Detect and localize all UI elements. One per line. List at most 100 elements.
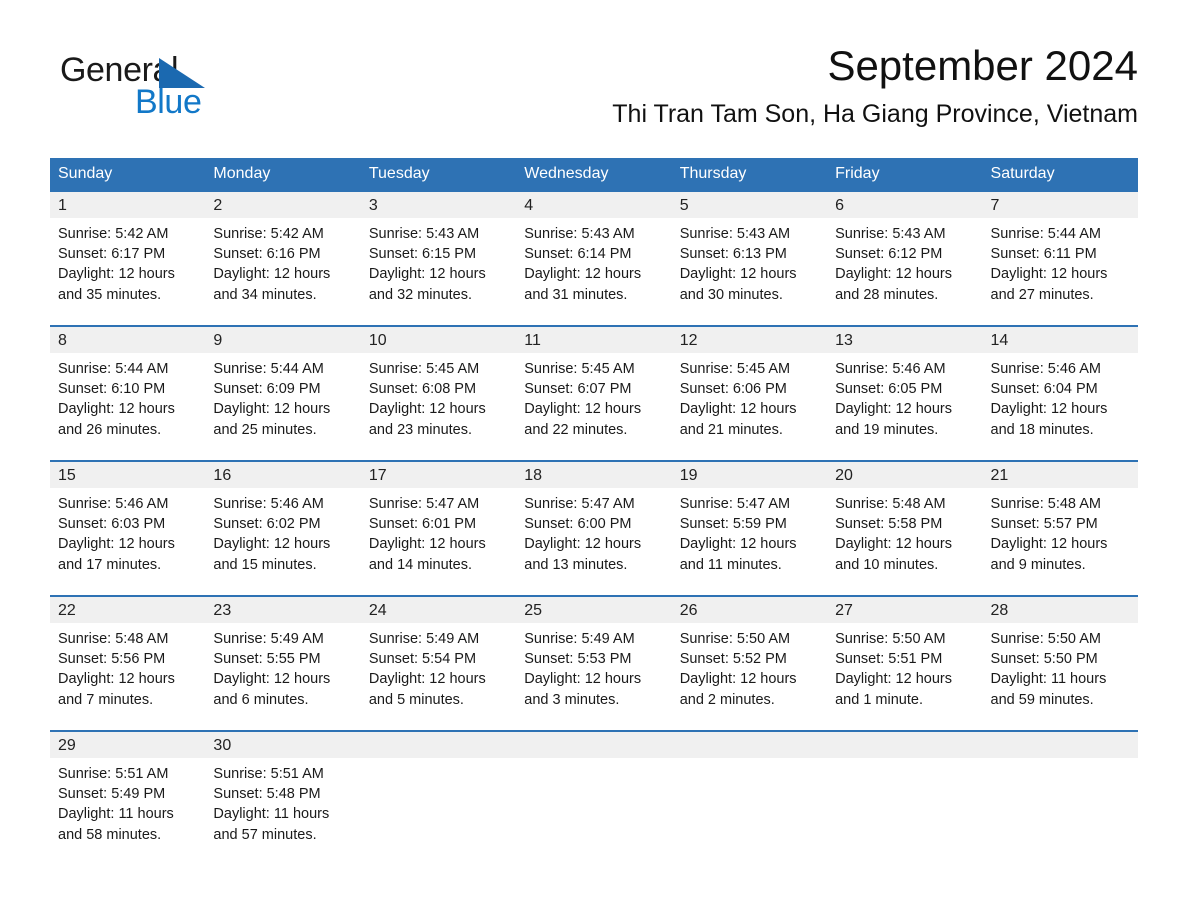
day-number bbox=[982, 732, 1138, 758]
day-cell[interactable]: 22 Sunrise: 5:48 AM Sunset: 5:56 PM Dayl… bbox=[50, 597, 206, 730]
daylight-text-line1: Daylight: 12 hours bbox=[524, 536, 642, 553]
daylight-text-line1: Daylight: 12 hours bbox=[213, 671, 331, 688]
sunset-text: Sunset: 6:14 PM bbox=[524, 246, 632, 263]
day-number: 6 bbox=[827, 192, 983, 218]
sunrise-text: Sunrise: 5:46 AM bbox=[213, 496, 324, 512]
sunset-text: Sunset: 5:48 PM bbox=[213, 786, 321, 803]
day-cell[interactable]: 23 Sunrise: 5:49 AM Sunset: 5:55 PM Dayl… bbox=[205, 597, 361, 730]
day-details: Sunrise: 5:43 AM Sunset: 6:12 PM Dayligh… bbox=[827, 218, 982, 305]
day-cell[interactable]: 3 Sunrise: 5:43 AM Sunset: 6:15 PM Dayli… bbox=[360, 192, 517, 325]
day-number: 17 bbox=[360, 462, 517, 488]
day-cell[interactable]: 14 Sunrise: 5:46 AM Sunset: 6:04 PM Dayl… bbox=[982, 327, 1138, 460]
daylight-text-line1: Daylight: 12 hours bbox=[368, 401, 486, 418]
daylight-text-line2: and 28 minutes. bbox=[835, 286, 939, 303]
day-cell[interactable]: 5 Sunrise: 5:43 AM Sunset: 6:13 PM Dayli… bbox=[671, 192, 828, 325]
day-cell[interactable]: 11 Sunrise: 5:45 AM Sunset: 6:07 PM Dayl… bbox=[516, 327, 672, 460]
sunrise-text: Sunrise: 5:48 AM bbox=[835, 496, 946, 512]
sunrise-text: Sunrise: 5:45 AM bbox=[679, 361, 791, 377]
sunset-text: Sunset: 6:09 PM bbox=[213, 381, 321, 398]
day-cell[interactable]: 28 Sunrise: 5:50 AM Sunset: 5:50 PM Dayl… bbox=[982, 597, 1138, 730]
sunrise-text: Sunrise: 5:50 AM bbox=[835, 631, 946, 647]
daylight-text-line1: Daylight: 12 hours bbox=[524, 401, 642, 418]
day-cell[interactable]: 17 Sunrise: 5:47 AM Sunset: 6:01 PM Dayl… bbox=[360, 462, 517, 595]
day-cell[interactable]: 27 Sunrise: 5:50 AM Sunset: 5:51 PM Dayl… bbox=[827, 597, 983, 730]
day-cell[interactable]: 7 Sunrise: 5:44 AM Sunset: 6:11 PM Dayli… bbox=[982, 192, 1138, 325]
daylight-text-line2: and 7 minutes. bbox=[58, 691, 154, 708]
sunset-text: Sunset: 5:52 PM bbox=[679, 651, 787, 668]
day-cell[interactable]: 24 Sunrise: 5:49 AM Sunset: 5:54 PM Dayl… bbox=[360, 597, 517, 730]
day-cell[interactable]: 29 Sunrise: 5:51 AM Sunset: 5:49 PM Dayl… bbox=[50, 732, 206, 865]
daylight-text-line2: and 22 minutes. bbox=[524, 421, 628, 438]
day-cell[interactable]: 8 Sunrise: 5:44 AM Sunset: 6:10 PM Dayli… bbox=[50, 327, 206, 460]
day-cell[interactable]: 26 Sunrise: 5:50 AM Sunset: 5:52 PM Dayl… bbox=[671, 597, 828, 730]
day-cell[interactable]: 19 Sunrise: 5:47 AM Sunset: 5:59 PM Dayl… bbox=[671, 462, 828, 595]
day-details: Sunrise: 5:49 AM Sunset: 5:53 PM Dayligh… bbox=[516, 623, 671, 710]
sunset-text: Sunset: 6:07 PM bbox=[524, 381, 632, 398]
sunrise-text: Sunrise: 5:49 AM bbox=[524, 631, 635, 647]
sunset-text: Sunset: 6:02 PM bbox=[213, 516, 321, 533]
weekday-header-wednesday: Wednesday bbox=[524, 165, 609, 182]
day-cell[interactable]: 6 Sunrise: 5:43 AM Sunset: 6:12 PM Dayli… bbox=[827, 192, 983, 325]
daylight-text-line2: and 10 minutes. bbox=[835, 556, 939, 573]
daylight-text-line1: Daylight: 11 hours bbox=[213, 806, 330, 823]
daylight-text-line1: Daylight: 12 hours bbox=[835, 266, 952, 283]
day-cell[interactable]: 30 Sunrise: 5:51 AM Sunset: 5:48 PM Dayl… bbox=[205, 732, 361, 865]
day-cell[interactable]: 10 Sunrise: 5:45 AM Sunset: 6:08 PM Dayl… bbox=[360, 327, 517, 460]
daylight-text-line2: and 14 minutes. bbox=[368, 556, 473, 573]
sunset-text: Sunset: 5:55 PM bbox=[213, 651, 321, 668]
weekday-header-sunday: Sunday bbox=[58, 165, 113, 182]
day-cell-empty bbox=[671, 732, 828, 865]
day-number: 27 bbox=[827, 597, 983, 623]
day-details: Sunrise: 5:47 AM Sunset: 6:01 PM Dayligh… bbox=[361, 488, 516, 575]
logo-text-blue: Blue bbox=[135, 83, 202, 121]
week-row: 22 Sunrise: 5:48 AM Sunset: 5:56 PM Dayl… bbox=[50, 595, 1138, 730]
sunset-text: Sunset: 6:00 PM bbox=[524, 516, 632, 533]
sunset-text: Sunset: 5:51 PM bbox=[835, 651, 943, 668]
generalblue-logo[interactable]: General Blue bbox=[60, 52, 320, 132]
day-cell[interactable]: 4 Sunrise: 5:43 AM Sunset: 6:14 PM Dayli… bbox=[516, 192, 672, 325]
day-cell[interactable]: 16 Sunrise: 5:46 AM Sunset: 6:02 PM Dayl… bbox=[205, 462, 361, 595]
sunrise-text: Sunrise: 5:43 AM bbox=[679, 226, 791, 242]
daylight-text-line1: Daylight: 12 hours bbox=[679, 671, 797, 688]
daylight-text-line2: and 3 minutes. bbox=[524, 691, 620, 708]
sunrise-text: Sunrise: 5:44 AM bbox=[58, 361, 169, 377]
sunset-text: Sunset: 5:49 PM bbox=[58, 786, 166, 803]
daylight-text-line2: and 1 minute. bbox=[835, 691, 923, 708]
daylight-text-line2: and 18 minutes. bbox=[990, 421, 1094, 438]
day-details: Sunrise: 5:48 AM Sunset: 5:57 PM Dayligh… bbox=[983, 488, 1138, 575]
day-cell[interactable]: 12 Sunrise: 5:45 AM Sunset: 6:06 PM Dayl… bbox=[671, 327, 828, 460]
day-number: 20 bbox=[827, 462, 983, 488]
day-details: Sunrise: 5:47 AM Sunset: 5:59 PM Dayligh… bbox=[672, 488, 827, 575]
day-cell[interactable]: 2 Sunrise: 5:42 AM Sunset: 6:16 PM Dayli… bbox=[205, 192, 361, 325]
day-cell[interactable]: 15 Sunrise: 5:46 AM Sunset: 6:03 PM Dayl… bbox=[50, 462, 206, 595]
day-cell[interactable]: 21 Sunrise: 5:48 AM Sunset: 5:57 PM Dayl… bbox=[982, 462, 1138, 595]
sunrise-text: Sunrise: 5:48 AM bbox=[58, 631, 169, 647]
day-cell[interactable]: 1 Sunrise: 5:42 AM Sunset: 6:17 PM Dayli… bbox=[50, 192, 206, 325]
day-details: Sunrise: 5:43 AM Sunset: 6:15 PM Dayligh… bbox=[361, 218, 516, 305]
day-number bbox=[827, 732, 983, 758]
daylight-text-line2: and 17 minutes. bbox=[58, 556, 162, 573]
sunrise-text: Sunrise: 5:51 AM bbox=[213, 766, 324, 782]
sunset-text: Sunset: 6:13 PM bbox=[679, 246, 787, 263]
day-details: Sunrise: 5:42 AM Sunset: 6:16 PM Dayligh… bbox=[205, 218, 360, 305]
sunset-text: Sunset: 5:58 PM bbox=[835, 516, 943, 533]
day-cell[interactable]: 18 Sunrise: 5:47 AM Sunset: 6:00 PM Dayl… bbox=[516, 462, 672, 595]
daylight-text-line2: and 25 minutes. bbox=[213, 421, 317, 438]
daylight-text-line1: Daylight: 12 hours bbox=[990, 266, 1108, 283]
day-number: 16 bbox=[205, 462, 361, 488]
day-number: 14 bbox=[982, 327, 1138, 353]
daylight-text-line2: and 21 minutes. bbox=[679, 421, 783, 438]
day-cell[interactable]: 13 Sunrise: 5:46 AM Sunset: 6:05 PM Dayl… bbox=[827, 327, 983, 460]
sunrise-text: Sunrise: 5:46 AM bbox=[835, 361, 946, 377]
sunrise-text: Sunrise: 5:47 AM bbox=[524, 496, 635, 512]
day-details: Sunrise: 5:48 AM Sunset: 5:58 PM Dayligh… bbox=[827, 488, 982, 575]
sunset-text: Sunset: 5:53 PM bbox=[524, 651, 632, 668]
daylight-text-line2: and 15 minutes. bbox=[213, 556, 317, 573]
sunrise-text: Sunrise: 5:49 AM bbox=[368, 631, 480, 647]
day-cell[interactable]: 20 Sunrise: 5:48 AM Sunset: 5:58 PM Dayl… bbox=[827, 462, 983, 595]
daylight-text-line1: Daylight: 12 hours bbox=[58, 536, 175, 553]
daylight-text-line2: and 26 minutes. bbox=[58, 421, 162, 438]
daylight-text-line2: and 30 minutes. bbox=[679, 286, 783, 303]
day-cell[interactable]: 9 Sunrise: 5:44 AM Sunset: 6:09 PM Dayli… bbox=[205, 327, 361, 460]
day-cell[interactable]: 25 Sunrise: 5:49 AM Sunset: 5:53 PM Dayl… bbox=[516, 597, 672, 730]
